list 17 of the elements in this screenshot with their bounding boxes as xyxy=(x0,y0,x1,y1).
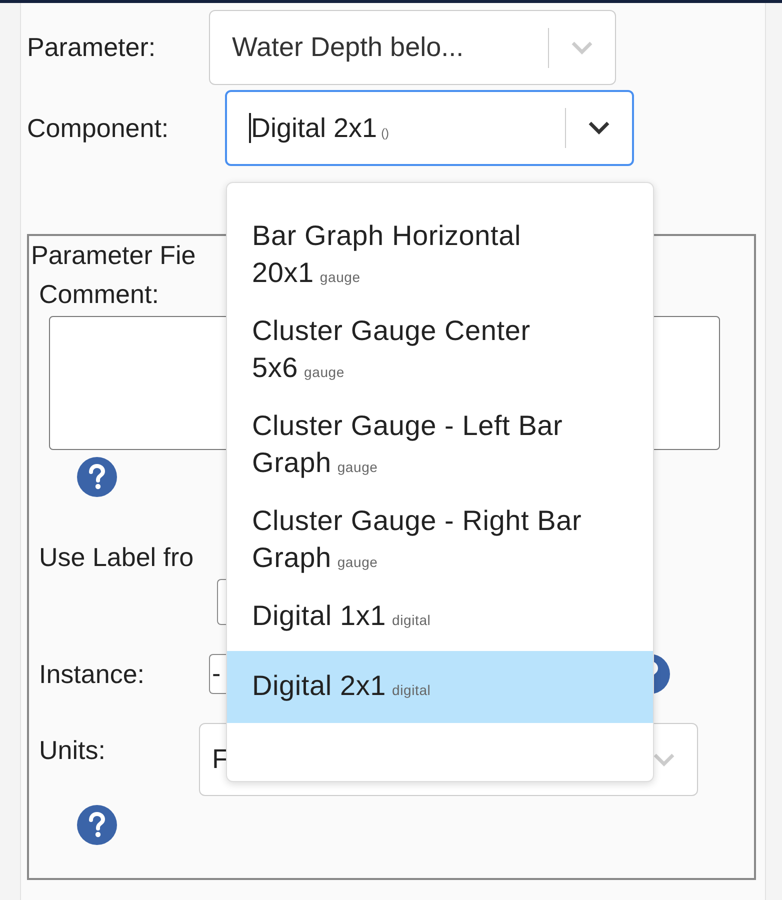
menu-item[interactable]: Cluster Gauge - Left Bar Graph gauge xyxy=(227,403,653,498)
menu-item[interactable]: Digital 1x1 digital xyxy=(227,593,653,651)
field-label: Units: xyxy=(39,735,106,766)
fieldset-legend: Parameter Fie xyxy=(31,240,196,271)
field-label: Parameter: xyxy=(27,32,157,63)
field-label: Component: xyxy=(27,112,170,144)
help-icon[interactable] xyxy=(76,804,118,846)
component-select[interactable]: Digital 2x1() xyxy=(225,90,634,166)
field-label: Use Label fro xyxy=(39,542,194,573)
menu-item[interactable]: Digital 2x1 digital xyxy=(227,651,653,723)
chevron-down-icon[interactable] xyxy=(588,121,610,135)
menu-item[interactable]: Cluster Gauge Center 5x6 gauge xyxy=(227,308,653,403)
help-icon[interactable] xyxy=(76,456,118,498)
menu-item[interactable]: Cluster Gauge - Right Bar Graph gauge xyxy=(227,498,653,593)
field-label: Comment: xyxy=(39,279,159,310)
menu-item[interactable]: Bar Graph Horizontal 20x1 gauge xyxy=(227,213,653,308)
field-label: Instance: xyxy=(39,658,146,690)
